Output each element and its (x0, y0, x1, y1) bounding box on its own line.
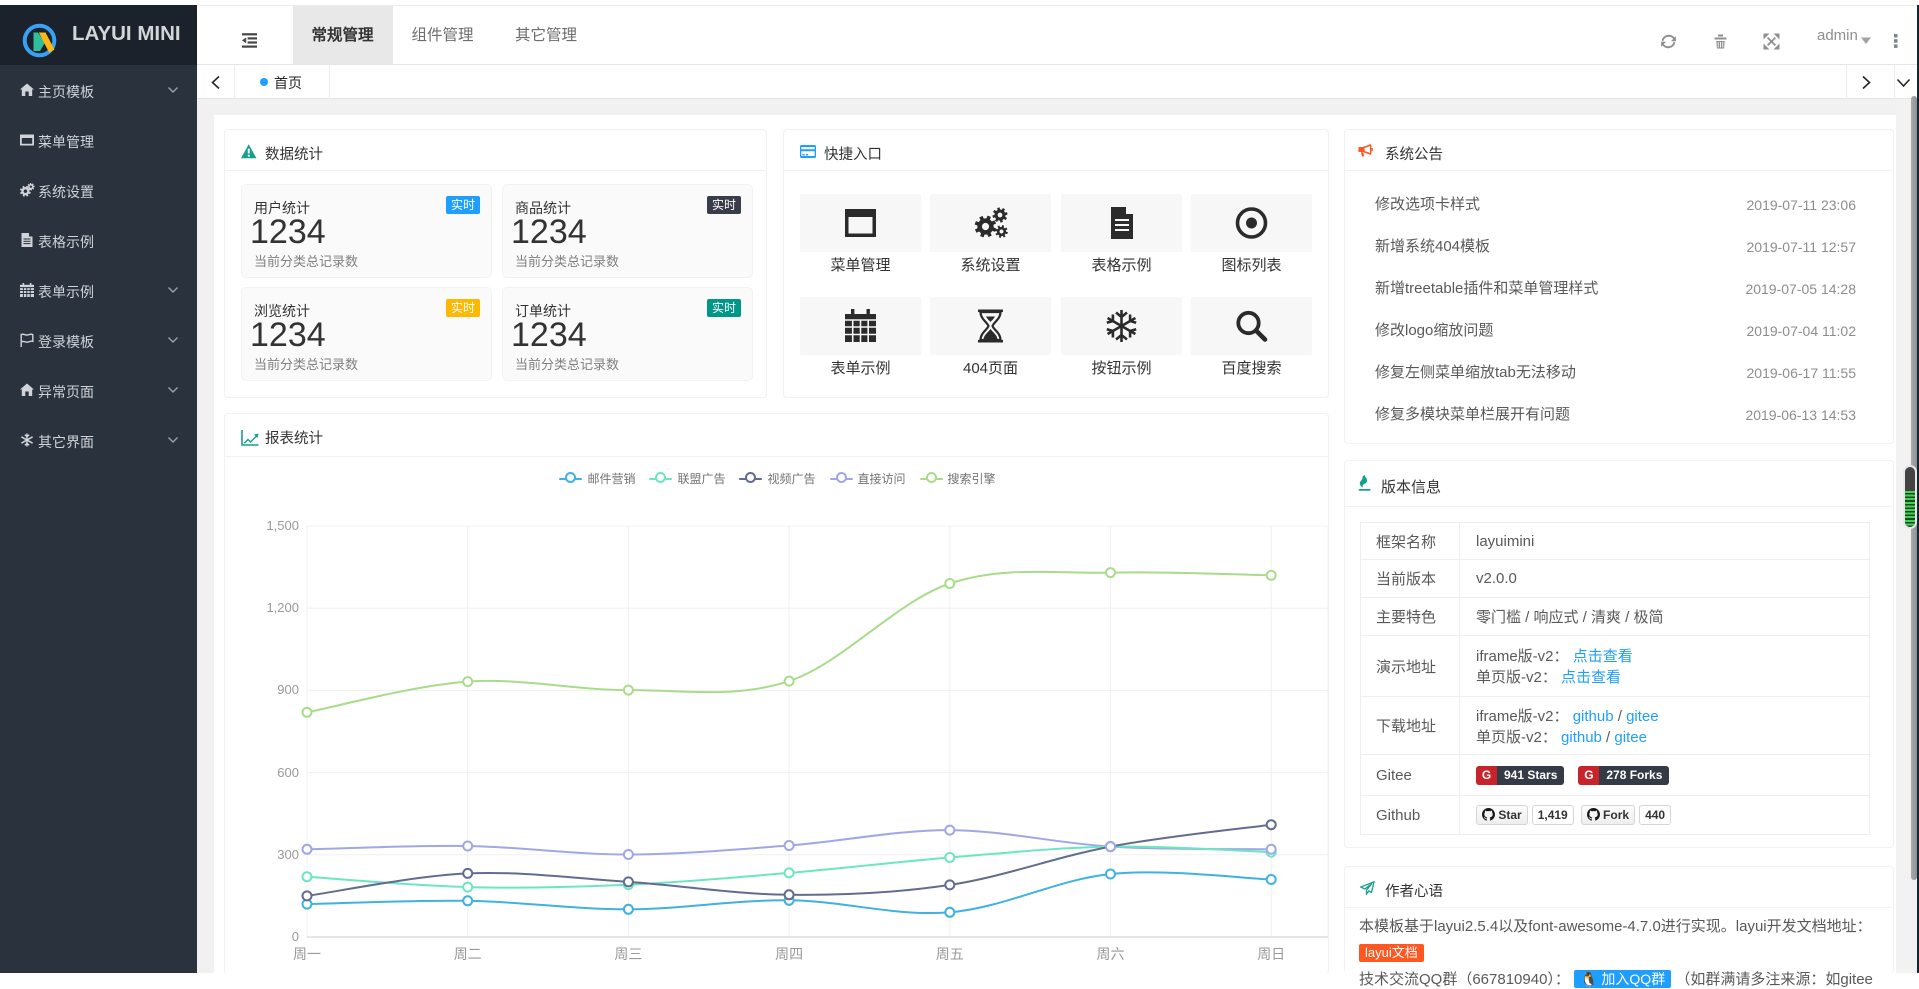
svg-text:周六: 周六 (1097, 946, 1125, 962)
svg-text:300: 300 (277, 847, 299, 862)
svg-text:周二: 周二 (454, 946, 482, 962)
svg-text:周三: 周三 (614, 946, 642, 962)
svg-text:0: 0 (292, 929, 299, 944)
svg-text:周五: 周五 (936, 946, 964, 962)
svg-text:周四: 周四 (775, 946, 803, 962)
svg-text:1,500: 1,500 (266, 518, 299, 533)
svg-text:1,200: 1,200 (266, 600, 299, 615)
svg-text:周日: 周日 (1257, 946, 1285, 962)
svg-text:周一: 周一 (293, 946, 321, 962)
svg-text:600: 600 (277, 765, 299, 780)
svg-text:900: 900 (277, 682, 299, 697)
